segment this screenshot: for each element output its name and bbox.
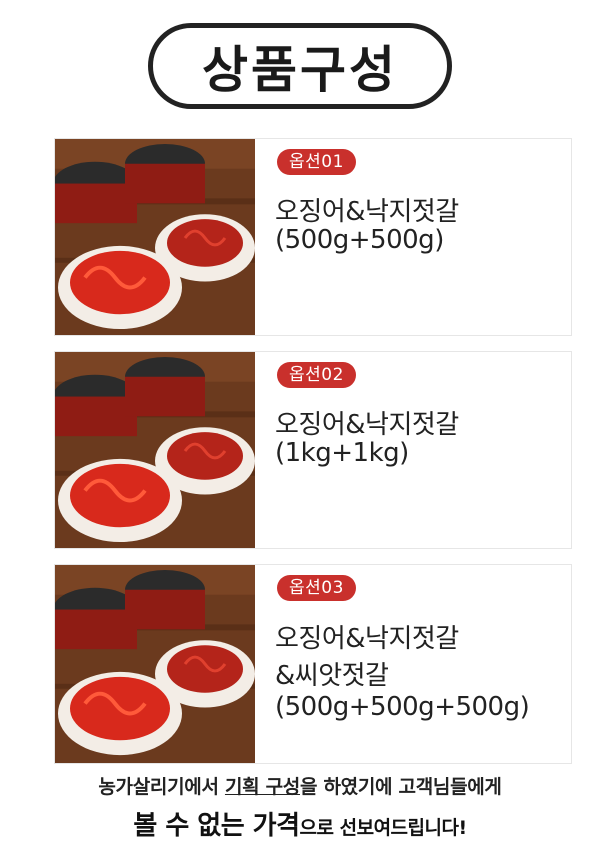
product-photo-icon <box>55 565 255 763</box>
option-badge: 옵션03 <box>277 575 356 601</box>
option-weight: (1kg+1kg) <box>275 438 409 468</box>
product-image <box>55 139 255 335</box>
promo-highlight: 기획 구성 <box>224 776 300 798</box>
promo-emphasis: 볼 수 없는 가격 <box>133 811 300 841</box>
option-badge: 옵션01 <box>277 149 356 175</box>
option-name: 오징어&낙지젓갈 <box>275 410 459 440</box>
product-photo-icon <box>55 352 255 548</box>
option-badge: 옵션02 <box>277 362 356 388</box>
option-card-1[interactable]: 옵션01 오징어&낙지젓갈 (500g+500g) <box>54 138 572 336</box>
option-name: 오징어&낙지젓갈 <box>275 197 459 227</box>
promo-line-2: 볼 수 없는 가격으로 선보여드립니다! <box>0 805 600 842</box>
option-name: 오징어&낙지젓갈 <box>275 624 459 654</box>
option-weight: (500g+500g+500g) <box>275 692 530 722</box>
promo-text: 농가살리기에서 <box>98 776 225 798</box>
promo-text: 으로 선보여드립니다! <box>299 817 468 839</box>
promo-line-1: 농가살리기에서 기획 구성을 하였기에 고객님들에게 <box>0 772 600 799</box>
promo-text: 을 하였기에 고객님들에게 <box>300 776 502 798</box>
option-name-extra: &씨앗젓갈 <box>275 661 389 691</box>
option-card-3[interactable]: 옵션03 오징어&낙지젓갈 &씨앗젓갈 (500g+500g+500g) <box>54 564 572 764</box>
section-title-text: 상품구성 <box>202 41 398 99</box>
option-card-2[interactable]: 옵션02 오징어&낙지젓갈 (1kg+1kg) <box>54 351 572 549</box>
product-image <box>55 352 255 548</box>
product-image <box>55 565 255 763</box>
section-title: 상품구성 <box>148 23 452 109</box>
product-photo-icon <box>55 139 255 335</box>
promo-footer: 농가살리기에서 기획 구성을 하였기에 고객님들에게 볼 수 없는 가격으로 선… <box>0 772 600 842</box>
option-weight: (500g+500g) <box>275 225 444 255</box>
